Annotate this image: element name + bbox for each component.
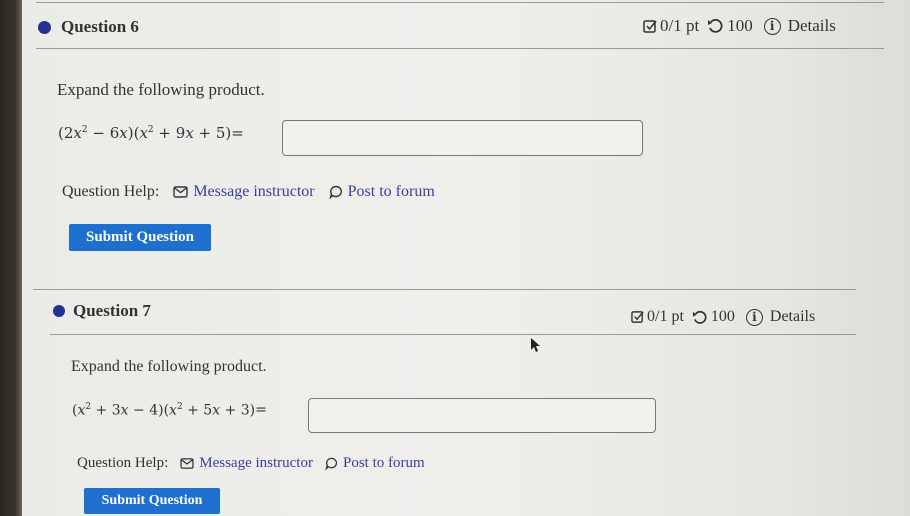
question-title-text: Question 7 <box>73 301 151 320</box>
help-label: Question Help: <box>62 183 160 200</box>
question-help: Question Help: Message instructor Post t… <box>62 183 435 201</box>
score-text: 0/1 pt <box>660 16 700 35</box>
envelope-icon <box>180 458 194 469</box>
post-to-forum-link[interactable]: Post to forum <box>328 183 435 201</box>
undo-icon <box>707 18 723 34</box>
question-6-meta: 0/1 pt 100 i Details <box>643 16 836 36</box>
envelope-icon <box>173 186 189 198</box>
equals-sign: = <box>231 124 244 142</box>
details-link[interactable]: Details <box>788 16 836 36</box>
divider <box>36 48 884 49</box>
submit-question-button[interactable]: Submit Question <box>84 488 220 514</box>
post-to-forum-link[interactable]: Post to forum <box>325 455 425 472</box>
divider <box>50 334 856 335</box>
info-icon[interactable]: i <box>745 308 763 326</box>
question-7-meta: 0/1 pt 100 i Details <box>631 308 815 326</box>
status-dot-icon <box>53 305 65 317</box>
question-prompt: Expand the following product. <box>71 358 267 375</box>
expression-factor-2: (x2 + 5x + 3) <box>163 402 256 419</box>
message-instructor-link[interactable]: Message instructor <box>173 183 315 201</box>
question-help: Question Help: Message instructor Post t… <box>77 455 425 472</box>
question-6-title: Question 6 <box>38 17 139 37</box>
retries-text: 100 <box>710 308 735 325</box>
equals-sign: = <box>255 402 267 419</box>
submit-question-button[interactable]: Submit Question <box>69 224 211 251</box>
details-link[interactable]: Details <box>770 308 815 326</box>
answer-input[interactable] <box>308 398 656 433</box>
screen-bezel <box>0 0 22 516</box>
divider <box>33 289 856 290</box>
speech-bubble-icon <box>328 185 342 199</box>
page <box>22 0 910 516</box>
answer-input[interactable] <box>282 120 643 156</box>
status-dot-icon <box>38 20 51 34</box>
expression-factor-1: (2x2 − 6x) <box>58 124 134 142</box>
question-7-title: Question 7 <box>53 301 151 321</box>
message-instructor-link[interactable]: Message instructor <box>180 455 313 472</box>
help-label: Question Help: <box>77 455 169 471</box>
question-title-text: Question 6 <box>61 17 139 36</box>
checkbox-edit-icon <box>631 310 645 324</box>
expression-factor-2: (x2 + 9x + 5) <box>133 124 232 142</box>
mouse-cursor-icon <box>531 338 540 352</box>
score-text: 0/1 pt <box>647 308 684 325</box>
checkbox-edit-icon <box>643 19 658 34</box>
expression-factor-1: (x2 + 3x − 4) <box>72 402 164 419</box>
equation: (x2 + 3x − 4) (x2 + 5x + 3) = <box>72 402 267 419</box>
equation: (2x2 − 6x) (x2 + 9x + 5) = <box>58 124 244 142</box>
undo-icon <box>692 310 707 325</box>
speech-bubble-icon <box>325 457 337 470</box>
question-prompt: Expand the following product. <box>57 80 265 99</box>
info-icon[interactable]: i <box>763 17 781 35</box>
divider <box>36 2 884 3</box>
retries-text: 100 <box>727 16 753 35</box>
